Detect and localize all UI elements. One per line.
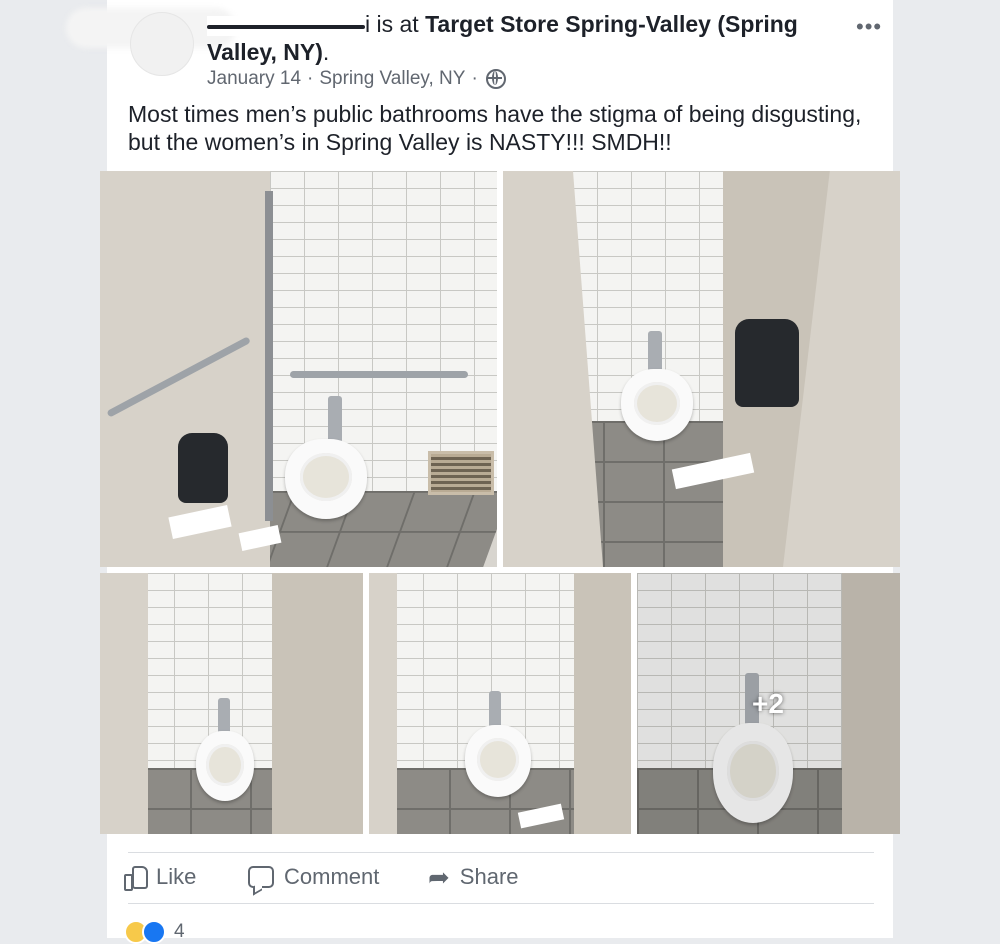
stall-partition [369, 573, 397, 834]
stall-door [574, 573, 631, 834]
post-date[interactable]: January 14 [207, 68, 301, 90]
share-button[interactable]: ➦ Share [428, 864, 519, 890]
avatar[interactable] [130, 12, 194, 76]
post-meta: January 14 · Spring Valley, NY · [207, 68, 506, 90]
like-label: Like [156, 864, 197, 889]
photo-3[interactable] [100, 573, 363, 834]
like-button[interactable]: Like [124, 864, 197, 891]
photo-4[interactable] [369, 573, 631, 834]
meta-separator-2: · [471, 68, 478, 89]
wall-vent [428, 451, 494, 495]
post-text: Most times men’s public bathrooms have t… [128, 101, 862, 155]
photo-1[interactable] [100, 171, 497, 567]
thumbs-up-icon [124, 866, 148, 891]
comment-label: Comment [284, 864, 380, 889]
share-icon: ➦ [428, 862, 450, 892]
checkin-end: . [322, 39, 330, 65]
toilet [285, 439, 367, 519]
checkin-prefix: is at [370, 11, 426, 37]
stall-door [272, 573, 363, 834]
photo-2[interactable] [503, 171, 900, 567]
author-name-redacted[interactable] [207, 15, 365, 36]
post-place[interactable]: Spring Valley, NY [319, 68, 465, 90]
divider-top [128, 852, 874, 853]
meta-separator: · [307, 68, 314, 89]
paper-dispenser [735, 319, 799, 407]
toilet [621, 369, 693, 441]
toilet [465, 725, 531, 797]
globe-icon[interactable] [485, 69, 506, 89]
toilet [196, 731, 254, 801]
post-headline: i is at Target Store Spring-Valley (Spri… [207, 10, 827, 66]
like-reaction-icon [142, 920, 166, 944]
reactions-summary[interactable]: 4 [124, 920, 185, 944]
divider-bottom [128, 903, 874, 904]
stall-partition [100, 573, 148, 834]
comment-button[interactable]: Comment [248, 864, 379, 890]
grab-bar [290, 371, 468, 378]
paper-dispenser [178, 433, 228, 503]
comment-icon [248, 866, 274, 888]
partition-edge [265, 191, 273, 521]
more-photos-count[interactable]: +2 [752, 688, 784, 720]
reaction-count: 4 [174, 921, 185, 942]
more-options-icon[interactable]: ••• [856, 14, 882, 40]
share-label: Share [459, 864, 519, 889]
